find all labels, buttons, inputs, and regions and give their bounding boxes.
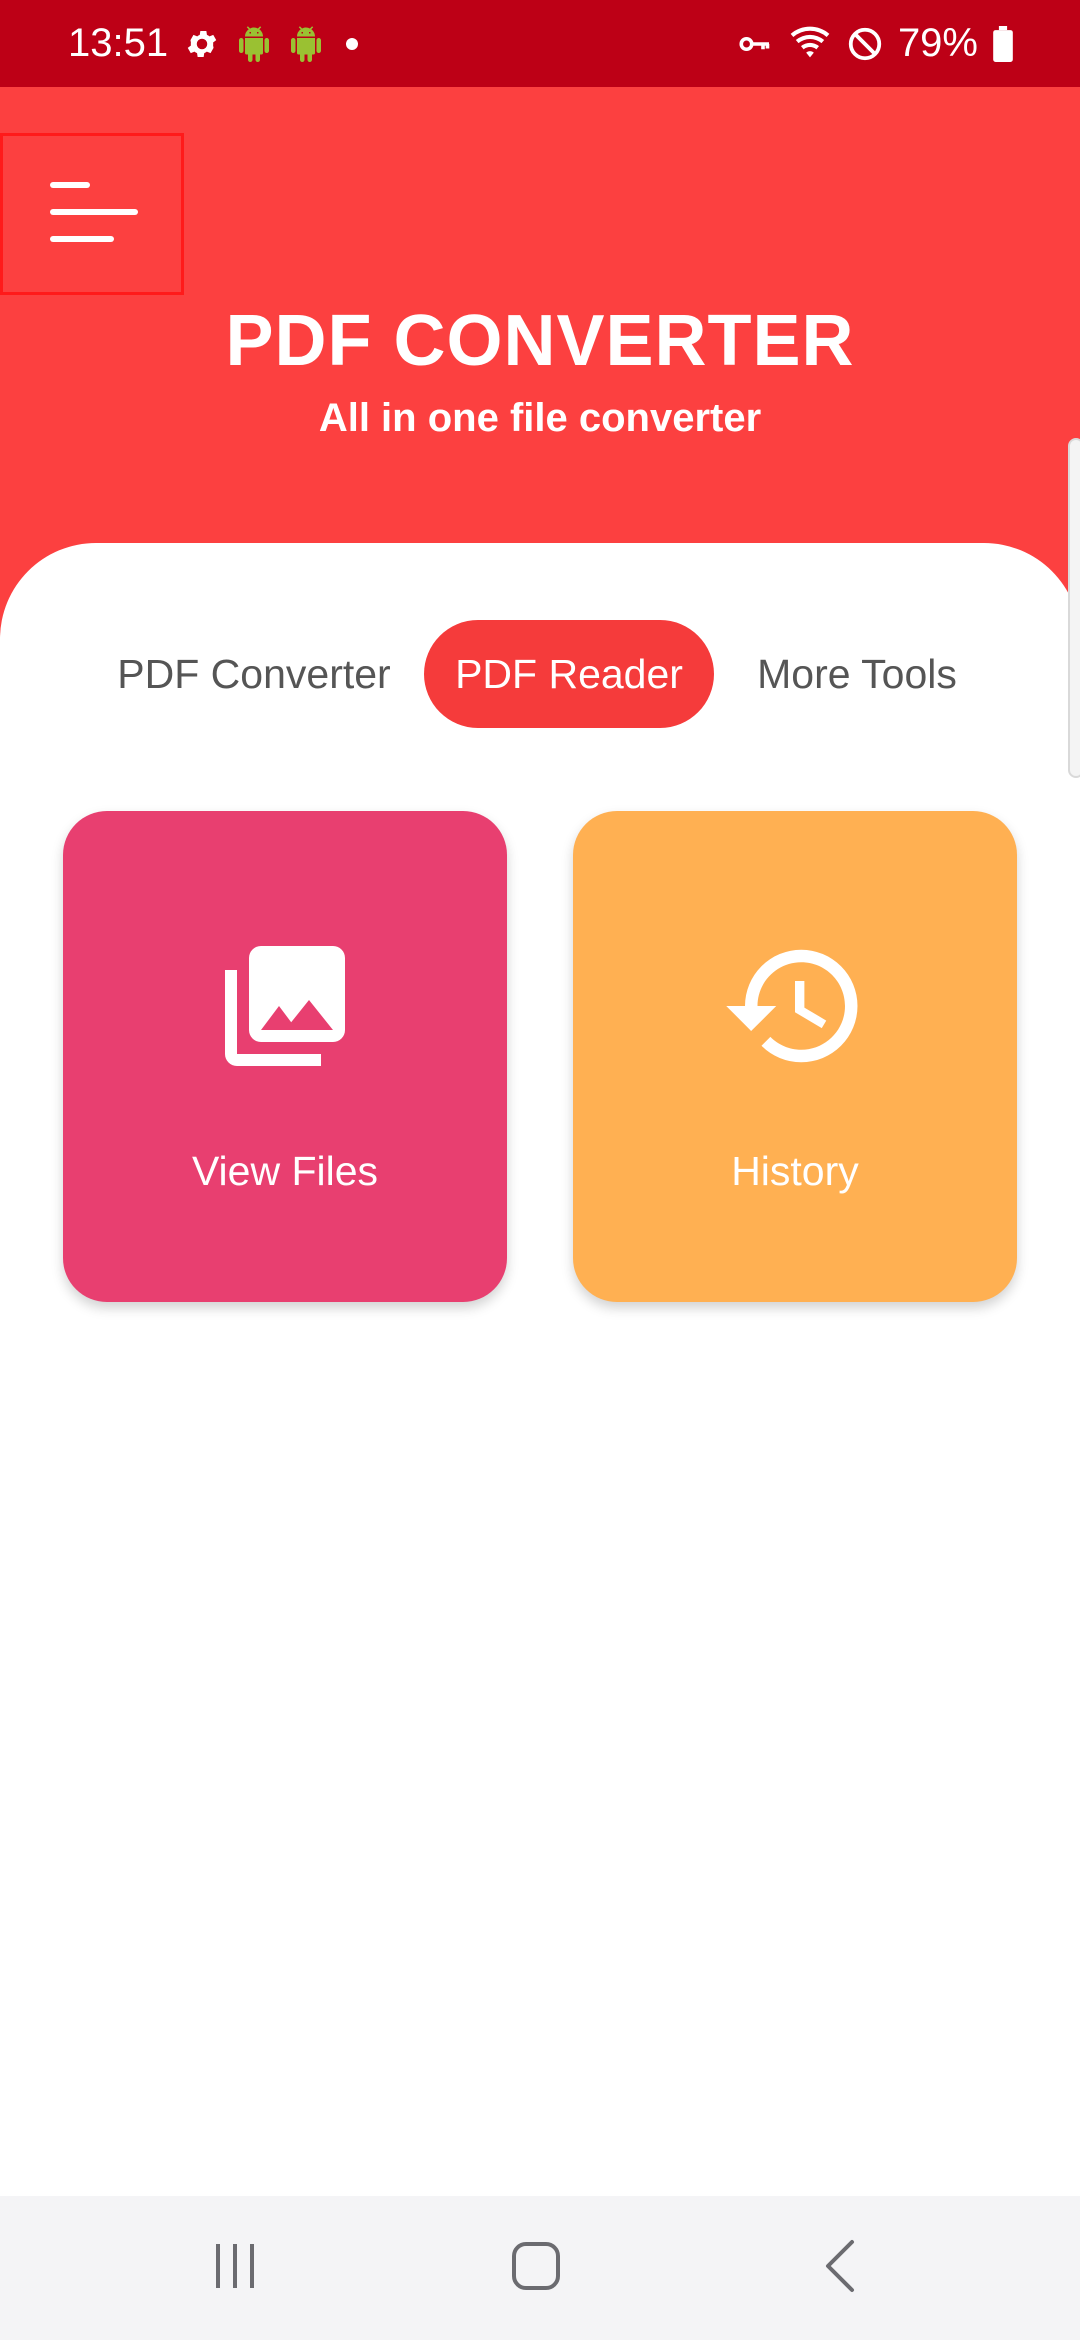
battery-icon bbox=[992, 25, 1014, 62]
dot-icon bbox=[340, 32, 364, 56]
home-icon bbox=[510, 2240, 562, 2297]
history-label: History bbox=[731, 1148, 859, 1194]
content-card bbox=[0, 543, 1080, 2198]
android-icon bbox=[236, 25, 272, 62]
system-nav-bar bbox=[0, 2196, 1080, 2340]
home-button[interactable] bbox=[446, 2196, 626, 2340]
view-files-label: View Files bbox=[191, 1148, 379, 1194]
recents-button[interactable] bbox=[145, 2196, 325, 2340]
android-icon bbox=[288, 25, 324, 62]
battery-percent: 79% bbox=[897, 21, 978, 65]
app-subtitle: All in one file converter bbox=[318, 396, 762, 440]
app-title: PDF CONVERTER bbox=[225, 301, 855, 381]
view-files-tile[interactable]: View Files bbox=[63, 811, 507, 1302]
tab-pdf-reader[interactable]: PDF Reader bbox=[424, 620, 714, 728]
key-icon bbox=[734, 26, 774, 62]
back-button[interactable] bbox=[750, 2196, 930, 2340]
gear-icon bbox=[184, 26, 220, 62]
recents-icon bbox=[211, 2242, 259, 2295]
tab-more-tools[interactable]: More Tools bbox=[732, 620, 982, 728]
status-time: 13:51 bbox=[68, 21, 169, 65]
status-bar: 13:51 79% bbox=[0, 0, 1080, 87]
status-left: 13:51 bbox=[68, 21, 364, 66]
block-icon bbox=[846, 25, 884, 63]
status-right: 79% bbox=[734, 21, 1014, 66]
menu-icon bbox=[44, 176, 140, 253]
wifi-icon bbox=[788, 24, 832, 64]
tab-pdf-converter[interactable]: PDF Converter bbox=[104, 620, 404, 728]
image-gallery-icon bbox=[213, 926, 357, 1086]
menu-button[interactable] bbox=[0, 133, 184, 295]
history-tile[interactable]: History bbox=[573, 811, 1017, 1302]
back-icon bbox=[820, 2238, 860, 2299]
tab-bar: PDF Converter PDF Reader More Tools bbox=[0, 620, 1080, 728]
history-icon bbox=[720, 926, 870, 1086]
